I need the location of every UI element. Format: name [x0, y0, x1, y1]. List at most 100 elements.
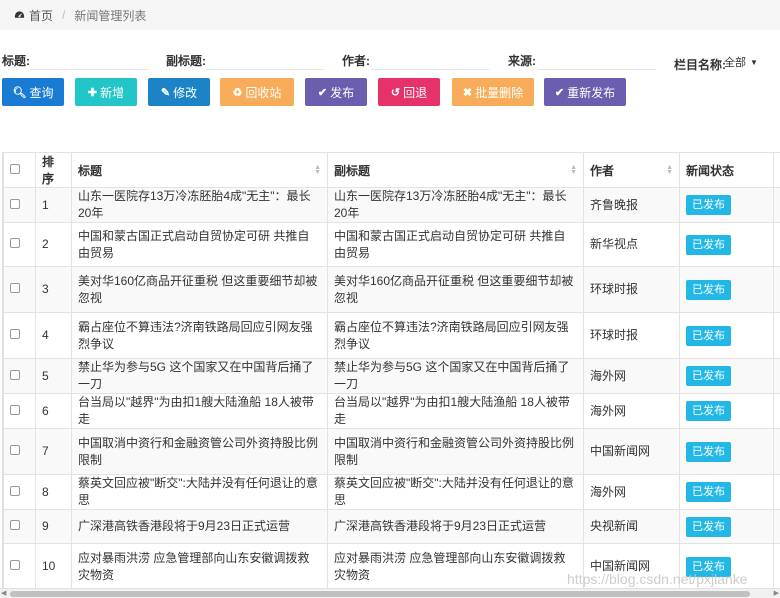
caret-down-icon: ▼	[750, 57, 758, 67]
scrollbar-thumb[interactable]	[10, 591, 750, 597]
breadcrumb-current: 新闻管理列表	[74, 8, 147, 23]
rollback-button[interactable]: ↺ 回退	[378, 78, 440, 106]
cell-author: 中国新闻网	[583, 428, 680, 475]
pencil-icon: ✎	[160, 86, 171, 99]
cell-title: 美对华160亿商品开征重税 但这重要细节却被忽视	[71, 266, 328, 313]
row-select-cell[interactable]	[3, 393, 36, 429]
table-row[interactable]: 1 山东一医院存13万冷冻胚胎4成"无主"：最长20年 山东一医院存13万冷冻胚胎4…	[3, 187, 780, 223]
header-order[interactable]: 排序	[35, 152, 72, 188]
status-badge: 已发布	[686, 516, 731, 537]
cell-subtitle: 蔡英文回应被"断交":大陆并没有任何退让的意思	[327, 474, 584, 510]
undo-icon: ↺	[390, 86, 401, 99]
recycle-icon: ♻	[232, 86, 243, 99]
row-select-cell[interactable]	[3, 266, 36, 313]
cell-status: 已发布	[679, 187, 774, 223]
cell-title: 广深港高铁香港段将于9月23日正式运营	[71, 509, 328, 544]
header-subtitle[interactable]: 副标题 ▲ ▼	[327, 152, 584, 188]
row-checkbox[interactable]	[10, 198, 20, 209]
cell-author: 新华视点	[583, 222, 680, 267]
table-row[interactable]: 6 台当局以"越界"为由扣1艘大陆渔船 18人被带走 台当局以"越界"为由扣1艘大陆…	[3, 393, 780, 429]
cell-overflow	[773, 393, 780, 429]
table-row[interactable]: 3 美对华160亿商品开征重税 但这重要细节却被忽视 美对华160亿商品开征重税 但…	[3, 266, 780, 313]
author-input[interactable]	[371, 48, 489, 70]
row-checkbox[interactable]	[10, 485, 20, 496]
table-row[interactable]: 4 霸占座位不算违法?济南铁路局回应引网友强烈争议 霸占座位不算违法?济南铁路局回应…	[3, 312, 780, 359]
title-label: 标题:	[2, 54, 30, 68]
source-input[interactable]	[538, 48, 656, 70]
table-row[interactable]: 10 应对暴雨洪涝 应急管理部向山东安徽调拨救灾物资 应对暴雨洪涝 应急管理部向山东…	[3, 543, 780, 588]
row-select-cell[interactable]	[3, 474, 36, 510]
recycle-bin-button[interactable]: ♻ 回收站	[220, 78, 294, 106]
row-checkbox[interactable]	[10, 560, 20, 570]
cell-author: 中国新闻网	[583, 543, 680, 588]
select-all-cell[interactable]	[3, 152, 36, 188]
row-checkbox[interactable]	[10, 283, 20, 293]
plus-icon: ✚	[87, 86, 98, 99]
column-label: 栏目名称:	[674, 58, 726, 72]
table-row[interactable]: 5 禁止华为参与5G 这个国家又在中国背后捅了一刀 禁止华为参与5G 这个国家又在中…	[3, 358, 780, 394]
add-button[interactable]: ✚ 新增	[75, 78, 137, 106]
sort-icon: ▲ ▼	[666, 164, 673, 176]
breadcrumb-home[interactable]: 首页	[29, 7, 53, 24]
header-status[interactable]: 新闻状态	[679, 152, 774, 188]
row-checkbox[interactable]	[10, 445, 20, 455]
header-overflow	[773, 152, 780, 188]
status-badge: 已发布	[686, 401, 731, 421]
cell-title: 应对暴雨洪涝 应急管理部向山东安徽调拨救灾物资	[71, 543, 328, 588]
row-checkbox[interactable]	[10, 329, 20, 339]
header-title[interactable]: 标题 ▲ ▼	[71, 152, 328, 188]
cell-overflow	[773, 266, 780, 313]
horizontal-scrollbar[interactable]: ◀ ▶	[0, 588, 780, 598]
status-badge: 已发布	[686, 325, 731, 346]
publish-button[interactable]: ✔ 发布	[305, 78, 367, 106]
batch-delete-button[interactable]: ✖ 批量删除	[452, 78, 534, 106]
breadcrumb: 首页 / 新闻管理列表	[0, 0, 780, 30]
status-badge: 已发布	[686, 441, 731, 462]
table-row[interactable]: 9 广深港高铁香港段将于9月23日正式运营 广深港高铁香港段将于9月23日正式运营央…	[3, 509, 780, 544]
row-select-cell[interactable]	[3, 312, 36, 359]
query-button[interactable]: 🔍︎ 查询	[2, 78, 64, 106]
cell-title: 台当局以"越界"为由扣1艘大陆渔船 18人被带走	[71, 393, 328, 429]
select-all-checkbox[interactable]	[10, 164, 20, 174]
cell-order: 9	[35, 509, 72, 544]
column-select-value: 全部	[724, 57, 746, 69]
author-label: 作者:	[342, 54, 370, 68]
row-select-cell[interactable]	[3, 187, 36, 223]
table-row[interactable]: 2 中国和蒙古国正式启动自贸协定可研 共推自由贸易 中国和蒙古国正式启动自贸协定可研…	[3, 222, 780, 267]
row-checkbox[interactable]	[10, 404, 20, 415]
republish-button[interactable]: ✔ 重新发布	[544, 78, 626, 106]
row-checkbox[interactable]	[10, 520, 20, 530]
cell-overflow	[773, 222, 780, 267]
cell-subtitle: 应对暴雨洪涝 应急管理部向山东安徽调拨救灾物资	[327, 543, 584, 588]
cell-overflow	[773, 474, 780, 510]
row-checkbox[interactable]	[10, 369, 20, 380]
cell-subtitle: 中国取消中资行和金融资管公司外资持股比例限制	[327, 428, 584, 475]
status-badge: 已发布	[686, 482, 731, 502]
row-select-cell[interactable]	[3, 428, 36, 475]
subtitle-input[interactable]	[206, 48, 324, 70]
cell-subtitle: 美对华160亿商品开征重税 但这重要细节却被忽视	[327, 266, 584, 313]
cell-overflow	[773, 187, 780, 223]
cell-title: 蔡英文回应被"断交":大陆并没有任何退让的意思	[71, 474, 328, 510]
row-select-cell[interactable]	[3, 222, 36, 267]
cell-overflow	[773, 312, 780, 359]
table-row[interactable]: 7 中国取消中资行和金融资管公司外资持股比例限制 中国取消中资行和金融资管公司外资持…	[3, 428, 780, 475]
search-icon: 🔍︎	[12, 86, 27, 99]
cell-author: 央视新闻	[583, 509, 680, 544]
row-select-cell[interactable]	[3, 358, 36, 394]
status-badge: 已发布	[686, 234, 731, 255]
cell-author: 齐鲁晚报	[583, 187, 680, 223]
title-input[interactable]	[30, 48, 148, 70]
column-select[interactable]: 全部 ▼	[724, 54, 758, 70]
scroll-left-icon[interactable]: ◀	[1, 589, 6, 597]
scroll-right-icon[interactable]: ▶	[774, 589, 779, 597]
edit-button[interactable]: ✎ 修改	[148, 78, 210, 106]
header-author[interactable]: 作者 ▲ ▼	[583, 152, 680, 188]
row-checkbox[interactable]	[10, 238, 20, 248]
dashboard-icon	[14, 10, 25, 18]
row-select-cell[interactable]	[3, 543, 36, 588]
cell-author: 海外网	[583, 474, 680, 510]
cell-order: 2	[35, 222, 72, 267]
row-select-cell[interactable]	[3, 509, 36, 544]
table-row[interactable]: 8 蔡英文回应被"断交":大陆并没有任何退让的意思 蔡英文回应被"断交":大陆并没有…	[3, 474, 780, 510]
